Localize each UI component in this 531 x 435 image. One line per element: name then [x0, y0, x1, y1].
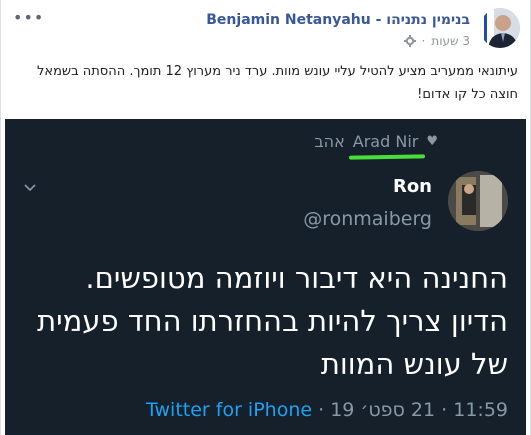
liked-by-row: ♥ Arad Nir אהב — [314, 132, 438, 160]
liked-by-name-text: Arad Nir — [352, 132, 419, 151]
tweet-footer: 11:59 · 21 ספט׳ 19 · Twitter for iPhone — [23, 399, 508, 421]
avatar-image — [480, 8, 520, 48]
more-options-button[interactable]: ••• — [13, 8, 44, 27]
tweet-screenshot: ♥ Arad Nir אהב Ron @ronmaiberg החנינה הי… — [5, 119, 526, 435]
tweet-time: 11:59 — [453, 399, 508, 421]
chevron-down-icon[interactable] — [24, 181, 36, 193]
separator: · — [318, 399, 325, 421]
liked-word: אהב — [314, 132, 345, 151]
separator: · — [441, 399, 448, 421]
tweet-author-avatar[interactable] — [448, 171, 508, 231]
facebook-post: ••• Benjamin Netanyahu - בנימין נתניהו 3… — [0, 0, 531, 435]
highlight-underline — [348, 154, 425, 160]
author-avatar[interactable] — [480, 8, 520, 48]
post-meta: 3 שעות · — [403, 34, 470, 48]
liked-by-name: Arad Nir — [348, 132, 425, 160]
tweet-text: החנינה היא דיבור ויוזמה מטופשים. הדיון צ… — [37, 261, 508, 381]
tweet-author-name[interactable]: Ron — [393, 176, 432, 197]
tweet-date: 21 ספט׳ 19 — [330, 399, 436, 421]
tweet-avatar-image — [448, 171, 508, 231]
post-timestamp[interactable]: 3 שעות — [431, 34, 470, 48]
post-text: עיתונאי ממעריב מציע להטיל עליי עונש מוות… — [37, 64, 518, 102]
tweet-source-link[interactable]: Twitter for iPhone — [146, 399, 312, 421]
tweet-author-handle[interactable]: @ronmaiberg — [303, 208, 432, 230]
gear-icon[interactable] — [403, 35, 416, 47]
author-name-link[interactable]: Benjamin Netanyahu - בנימין נתניהו — [206, 12, 470, 28]
heart-icon: ♥ — [426, 134, 438, 149]
